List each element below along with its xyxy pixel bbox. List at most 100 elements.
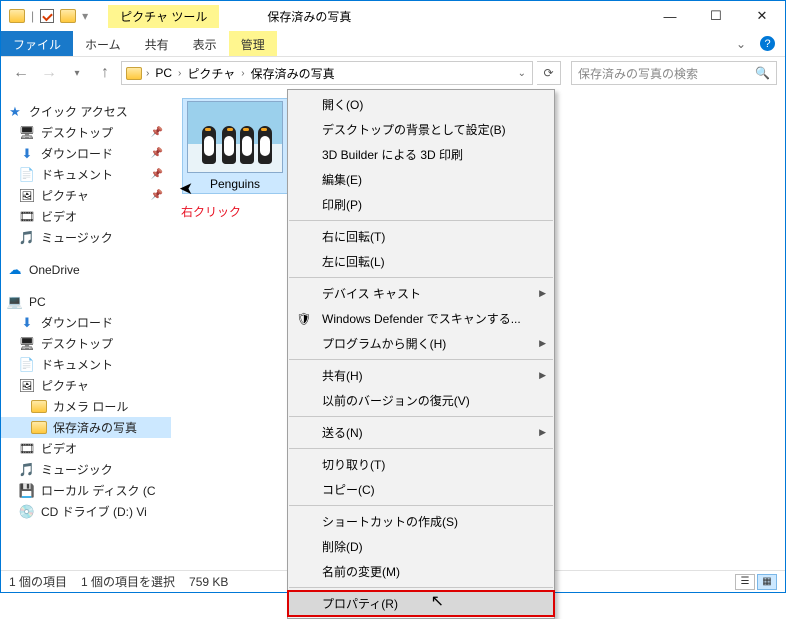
menu-edit[interactable]: 編集(E) <box>288 167 554 192</box>
menu-rotate-right[interactable]: 右に回転(T) <box>288 224 554 249</box>
menu-open-with[interactable]: プログラムから開く(H) <box>288 331 554 356</box>
status-item-count: 1 個の項目 <box>9 573 67 590</box>
menu-separator <box>289 416 553 417</box>
thumbnails-view-button[interactable]: ▦ <box>757 574 777 590</box>
menu-open[interactable]: 開く(O) <box>288 92 554 117</box>
menu-rename[interactable]: 名前の変更(M) <box>288 559 554 584</box>
refresh-button[interactable]: ⟳ <box>537 61 561 85</box>
music-icon: 🎵 <box>19 230 35 246</box>
sidebar-item-pc[interactable]: 💻PC <box>1 292 171 312</box>
address-bar[interactable]: › PC › ピクチャ › 保存済みの写真 ⌄ <box>121 61 533 85</box>
new-folder-qat-icon[interactable] <box>60 9 76 23</box>
ribbon-tabs: ファイル ホーム 共有 表示 管理 ⌄ ? <box>1 31 785 57</box>
sidebar-item-music[interactable]: 🎵ミュージック <box>1 227 171 248</box>
star-icon: ★ <box>7 104 23 120</box>
document-icon: 📄 <box>19 167 35 183</box>
sidebar-item-onedrive[interactable]: ☁OneDrive <box>1 260 171 280</box>
menu-rotate-left[interactable]: 左に回転(L) <box>288 249 554 274</box>
sidebar-item-desktop[interactable]: 🖥デスクトップ <box>1 122 171 143</box>
status-size: 759 KB <box>189 575 228 589</box>
download-icon: ⬇ <box>19 146 35 162</box>
menu-share[interactable]: 共有(H) <box>288 363 554 388</box>
pc-icon: 💻 <box>7 294 23 310</box>
menu-cut[interactable]: 切り取り(T) <box>288 452 554 477</box>
location-icon <box>126 67 142 80</box>
cursor-icon: ↖ <box>431 591 444 611</box>
folder-icon <box>9 9 25 23</box>
tab-share[interactable]: 共有 <box>133 31 181 56</box>
sidebar-item-documents-2[interactable]: 📄ドキュメント <box>1 354 171 375</box>
title-bar: | ▾ ピクチャ ツール 保存済みの写真 — ☐ ✕ <box>1 1 785 31</box>
menu-3d-builder[interactable]: 3D Builder による 3D 印刷 <box>288 142 554 167</box>
sidebar-item-downloads-2[interactable]: ⬇ダウンロード <box>1 312 171 333</box>
sidebar-item-desktop-2[interactable]: 🖥デスクトップ <box>1 333 171 354</box>
sidebar-item-cameraroll[interactable]: カメラ ロール <box>1 396 171 417</box>
navigation-pane[interactable]: ★クイック アクセス 🖥デスクトップ ⬇ダウンロード 📄ドキュメント 🖼ピクチャ… <box>1 89 171 570</box>
sidebar-item-pictures[interactable]: 🖼ピクチャ <box>1 185 171 206</box>
chevron-icon[interactable]: › <box>144 68 151 79</box>
ribbon-expand-icon[interactable]: ⌄ <box>736 37 746 51</box>
quick-access-toolbar: | ▾ ピクチャ ツール <box>1 5 227 28</box>
breadcrumb-pc[interactable]: PC <box>153 66 174 80</box>
back-button[interactable]: ← <box>9 61 33 85</box>
file-item-penguins[interactable]: Penguins <box>183 99 287 193</box>
menu-copy[interactable]: コピー(C) <box>288 477 554 502</box>
menu-set-background[interactable]: デスクトップの背景として設定(B) <box>288 117 554 142</box>
properties-qat-icon[interactable] <box>40 9 54 23</box>
maximize-button[interactable]: ☐ <box>693 1 739 31</box>
desktop-icon: 🖥 <box>19 336 35 352</box>
menu-send-to[interactable]: 送る(N) <box>288 420 554 445</box>
menu-separator <box>289 587 553 588</box>
menu-cast[interactable]: デバイス キャスト <box>288 281 554 306</box>
details-view-button[interactable]: ☰ <box>735 574 755 590</box>
search-input[interactable]: 保存済みの写真の検索 🔍 <box>571 61 777 85</box>
minimize-button[interactable]: — <box>647 1 693 31</box>
status-selection-count: 1 個の項目を選択 <box>81 573 175 590</box>
menu-create-shortcut[interactable]: ショートカットの作成(S) <box>288 509 554 534</box>
qat-overflow-icon[interactable]: ▾ <box>82 9 88 23</box>
breadcrumb-saved[interactable]: 保存済みの写真 <box>249 65 337 82</box>
help-icon[interactable]: ? <box>760 36 775 51</box>
up-button[interactable]: ↑ <box>93 61 117 85</box>
sidebar-item-music-2[interactable]: 🎵ミュージック <box>1 459 171 480</box>
music-icon: 🎵 <box>19 462 35 478</box>
chevron-icon[interactable]: › <box>239 68 246 79</box>
menu-delete[interactable]: 削除(D) <box>288 534 554 559</box>
close-button[interactable]: ✕ <box>739 1 785 31</box>
sidebar-item-cd-drive[interactable]: 💿CD ドライブ (D:) Vi <box>1 501 171 522</box>
video-icon: 🎞 <box>19 441 35 457</box>
document-icon: 📄 <box>19 357 35 373</box>
sidebar-item-videos[interactable]: 🎞ビデオ <box>1 206 171 227</box>
forward-button[interactable]: → <box>37 61 61 85</box>
folder-icon <box>31 400 47 413</box>
sidebar-item-local-disk[interactable]: 💾ローカル ディスク (C <box>1 480 171 501</box>
file-list[interactable]: Penguins ➤ 右クリック 開く(O) デスクトップの背景として設定(B)… <box>171 89 785 570</box>
sidebar-item-documents[interactable]: 📄ドキュメント <box>1 164 171 185</box>
address-dropdown-icon[interactable]: ⌄ <box>516 68 528 79</box>
menu-restore-versions[interactable]: 以前のバージョンの復元(V) <box>288 388 554 413</box>
chevron-icon[interactable]: › <box>176 68 183 79</box>
sidebar-item-pictures-2[interactable]: 🖼ピクチャ <box>1 375 171 396</box>
menu-separator <box>289 448 553 449</box>
menu-separator <box>289 505 553 506</box>
tab-manage[interactable]: 管理 <box>229 31 277 56</box>
ribbon-help: ⌄ ? <box>736 31 785 56</box>
download-icon: ⬇ <box>19 315 35 331</box>
file-name-label: Penguins <box>185 173 285 191</box>
search-icon: 🔍 <box>755 66 770 80</box>
menu-print[interactable]: 印刷(P) <box>288 192 554 217</box>
video-icon: 🎞 <box>19 209 35 225</box>
breadcrumb-pictures[interactable]: ピクチャ <box>185 65 237 82</box>
sidebar-item-saved-pictures[interactable]: 保存済みの写真 <box>1 417 171 438</box>
recent-locations-button[interactable]: ▾ <box>65 61 89 85</box>
menu-defender-scan[interactable]: 🛡Windows Defender でスキャンする... <box>288 306 554 331</box>
sidebar-item-downloads[interactable]: ⬇ダウンロード <box>1 143 171 164</box>
tab-home[interactable]: ホーム <box>73 31 133 56</box>
address-bar-row: ← → ▾ ↑ › PC › ピクチャ › 保存済みの写真 ⌄ ⟳ 保存済みの写… <box>1 57 785 89</box>
sidebar-item-quick-access[interactable]: ★クイック アクセス <box>1 101 171 122</box>
tab-file[interactable]: ファイル <box>1 31 73 56</box>
tab-view[interactable]: 表示 <box>181 31 229 56</box>
menu-separator <box>289 359 553 360</box>
sidebar-item-videos-2[interactable]: 🎞ビデオ <box>1 438 171 459</box>
menu-properties[interactable]: プロパティ(R) ↖ <box>288 591 554 616</box>
